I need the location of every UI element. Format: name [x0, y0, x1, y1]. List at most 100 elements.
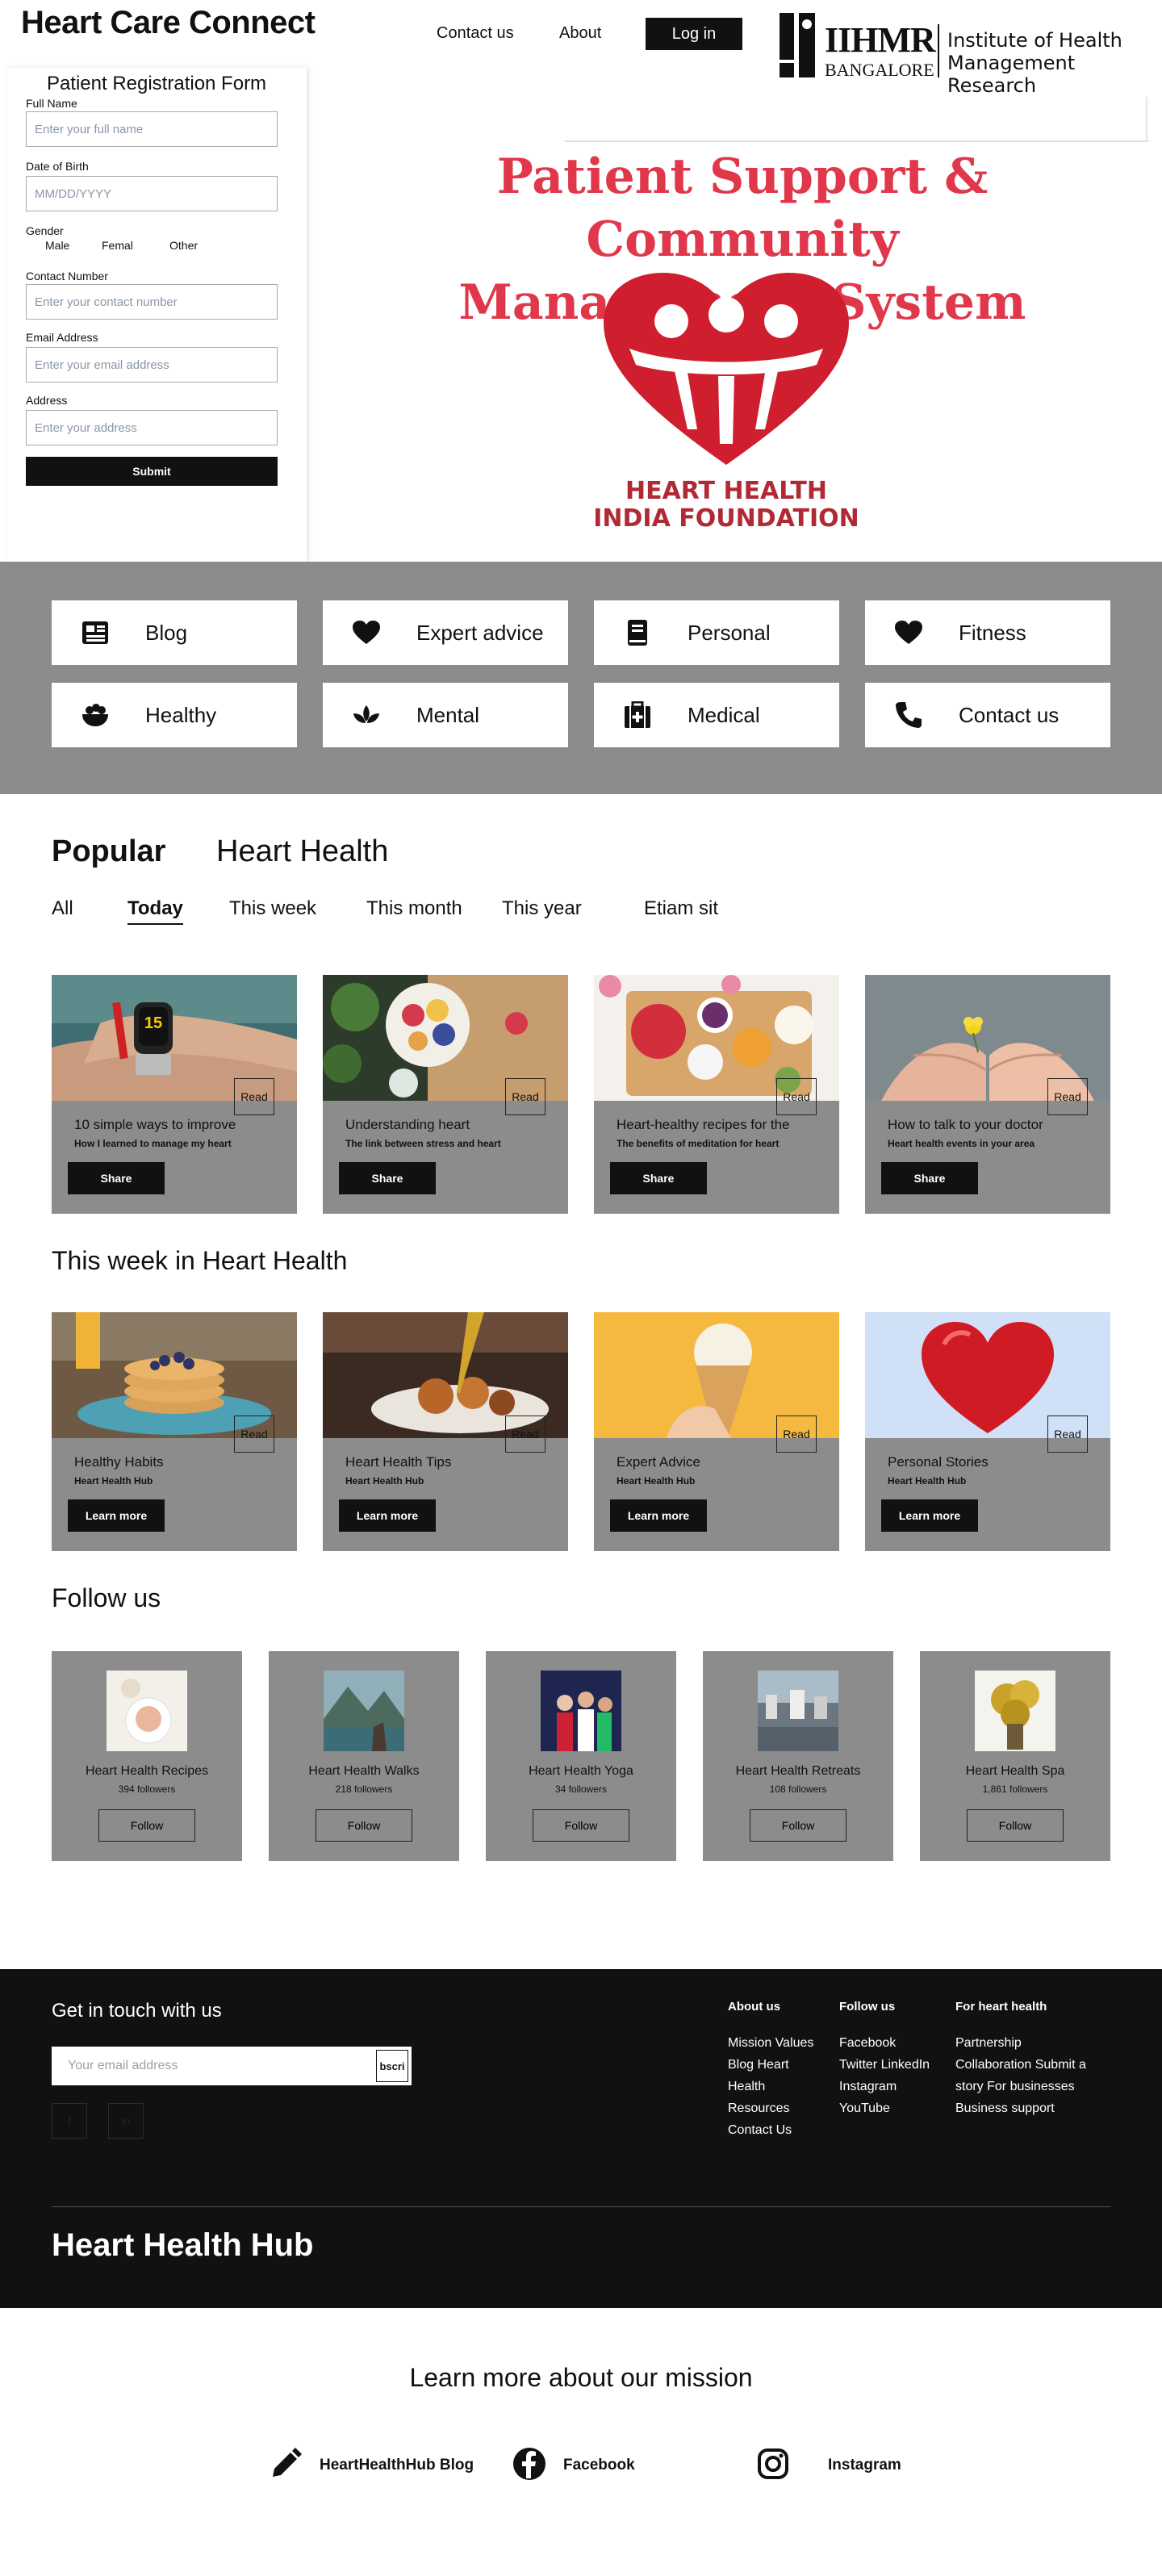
read-button[interactable]: Read	[505, 1078, 545, 1115]
site-footer: Get in touch with us bscri f in About us…	[0, 1969, 1162, 2308]
follow-button[interactable]: Follow	[533, 1809, 629, 1842]
mission-link-facebook[interactable]: Facebook	[512, 2445, 635, 2486]
footer-link[interactable]: Instagram	[839, 2076, 930, 2097]
week-card-subtitle: Heart Health Hub	[617, 1475, 696, 1487]
contact-number-label: Contact Number	[26, 270, 108, 282]
category-blog[interactable]: Blog	[52, 600, 297, 665]
community-card: Heart Health Walks 218 followers Follow	[269, 1651, 459, 1861]
article-card[interactable]: Read Heart-healthy recipes for the The b…	[594, 975, 839, 1214]
article-title: Understanding heart	[345, 1117, 470, 1132]
read-button[interactable]: Read	[776, 1078, 817, 1115]
week-card[interactable]: Read Healthy Habits Heart Health Hub Lea…	[52, 1312, 297, 1551]
footer-link[interactable]: Business support	[955, 2097, 1086, 2119]
follow-button[interactable]: Follow	[750, 1809, 846, 1842]
learn-more-button[interactable]: Learn more	[339, 1499, 436, 1532]
category-healthy[interactable]: Healthy	[52, 683, 297, 747]
read-button[interactable]: Read	[234, 1078, 274, 1115]
gender-option-male[interactable]: Male	[45, 239, 69, 252]
tab-this-week[interactable]: This week	[229, 897, 316, 920]
site-brand[interactable]: Heart Care Connect	[21, 5, 316, 41]
subscribe-button[interactable]: bscri	[376, 2050, 408, 2082]
read-button[interactable]: Read	[1047, 1078, 1088, 1115]
foundation-name: HEART HEALTH INDIA FOUNDATION	[565, 478, 888, 533]
tab-this-month[interactable]: This month	[366, 897, 462, 920]
footer-link[interactable]: Blog Heart	[728, 2054, 813, 2076]
footer-link[interactable]: Twitter LinkedIn	[839, 2054, 930, 2076]
category-personal[interactable]: Personal	[594, 600, 839, 665]
community-image	[541, 1671, 621, 1751]
mission-heading: Learn more about our mission	[409, 2363, 753, 2392]
iihmr-title: IIHMR	[825, 20, 936, 60]
email-input[interactable]	[26, 347, 278, 383]
facebook-social-button[interactable]: f	[52, 2103, 87, 2139]
footer-link[interactable]: Health	[728, 2076, 813, 2097]
mission-link-instagram[interactable]: Instagram	[755, 2445, 901, 2486]
week-card[interactable]: Read Personal Stories Heart Health Hub L…	[865, 1312, 1110, 1551]
full-name-input[interactable]	[26, 111, 278, 147]
svg-text:15: 15	[144, 1014, 162, 1032]
tab-all[interactable]: All	[52, 897, 73, 920]
tab-today[interactable]: Today	[127, 897, 183, 925]
footer-link[interactable]: Collaboration Submit a	[955, 2054, 1086, 2076]
week-card[interactable]: Read Heart Health Tips Heart Health Hub …	[323, 1312, 568, 1551]
nav-about-link[interactable]: About	[559, 24, 601, 43]
share-button[interactable]: Share	[610, 1162, 707, 1194]
learn-more-button[interactable]: Learn more	[610, 1499, 707, 1532]
category-expert-advice[interactable]: Expert advice	[323, 600, 568, 665]
read-button[interactable]: Read	[1047, 1416, 1088, 1453]
article-title: 10 simple ways to improve	[74, 1117, 236, 1132]
week-card[interactable]: Read Expert Advice Heart Health Hub Lear…	[594, 1312, 839, 1551]
gender-option-other[interactable]: Other	[169, 239, 198, 252]
learn-more-button[interactable]: Learn more	[68, 1499, 165, 1532]
article-card[interactable]: Read How to talk to your doctor Heart he…	[865, 975, 1110, 1214]
category-medical[interactable]: Medical	[594, 683, 839, 747]
learn-more-button[interactable]: Learn more	[881, 1499, 978, 1532]
article-subtitle: Heart health events in your area	[888, 1138, 1035, 1149]
article-card[interactable]: 15 Read 10 simple ways to improve How I …	[52, 975, 297, 1214]
newspaper-icon	[81, 620, 129, 646]
dob-input[interactable]	[26, 176, 278, 211]
category-mental[interactable]: Mental	[323, 683, 568, 747]
address-label: Address	[26, 394, 68, 407]
footer-link[interactable]: Partnership	[955, 2032, 1086, 2054]
share-button[interactable]: Share	[881, 1162, 978, 1194]
footer-link[interactable]: YouTube	[839, 2097, 930, 2119]
week-card-subtitle: Heart Health Hub	[74, 1475, 153, 1487]
footer-follow-heading: Follow us	[839, 2000, 896, 2014]
follow-button[interactable]: Follow	[967, 1809, 1064, 1842]
follower-count: 218 followers	[335, 1784, 393, 1795]
gender-option-female[interactable]: Femal	[102, 239, 133, 252]
follow-button[interactable]: Follow	[98, 1809, 195, 1842]
footer-link[interactable]: Mission Values	[728, 2032, 813, 2054]
read-button[interactable]: Read	[234, 1416, 274, 1453]
community-card: Heart Health Retreats 108 followers Foll…	[703, 1651, 893, 1861]
login-button[interactable]: Log in	[646, 18, 742, 50]
nav-contact-link[interactable]: Contact us	[437, 24, 514, 43]
address-input[interactable]	[26, 410, 278, 445]
submit-button[interactable]: Submit	[26, 457, 278, 486]
category-fitness[interactable]: Fitness	[865, 600, 1110, 665]
community-card: Heart Health Yoga 34 followers Follow	[486, 1651, 676, 1861]
follow-button[interactable]: Follow	[316, 1809, 412, 1842]
read-button[interactable]: Read	[776, 1416, 817, 1453]
category-contact-us[interactable]: Contact us	[865, 683, 1110, 747]
footer-link[interactable]: Contact Us	[728, 2119, 813, 2141]
heart-icon	[894, 620, 943, 646]
foundation-name-line2: INDIA FOUNDATION	[593, 504, 859, 533]
article-subtitle: The benefits of meditation for heart	[617, 1138, 780, 1149]
share-button[interactable]: Share	[68, 1162, 165, 1194]
hero-divider	[565, 140, 1149, 142]
read-button[interactable]: Read	[505, 1416, 545, 1453]
tab-etiam-sit[interactable]: Etiam sit	[644, 897, 718, 920]
mission-link-blog[interactable]: HeartHealthHub Blog	[268, 2445, 474, 2486]
tab-this-year[interactable]: This year	[502, 897, 582, 920]
newsletter-email-input[interactable]	[52, 2047, 412, 2085]
footer-link[interactable]: Resources	[728, 2097, 813, 2119]
footer-link[interactable]: Facebook	[839, 2032, 930, 2054]
iihmr-name-line1: Institute of Health	[947, 29, 1122, 52]
article-card[interactable]: Read Understanding heart The link betwee…	[323, 975, 568, 1214]
contact-number-input[interactable]	[26, 284, 278, 320]
share-button[interactable]: Share	[339, 1162, 436, 1194]
linkedin-social-button[interactable]: in	[108, 2103, 144, 2139]
footer-link[interactable]: story For businesses	[955, 2076, 1086, 2097]
